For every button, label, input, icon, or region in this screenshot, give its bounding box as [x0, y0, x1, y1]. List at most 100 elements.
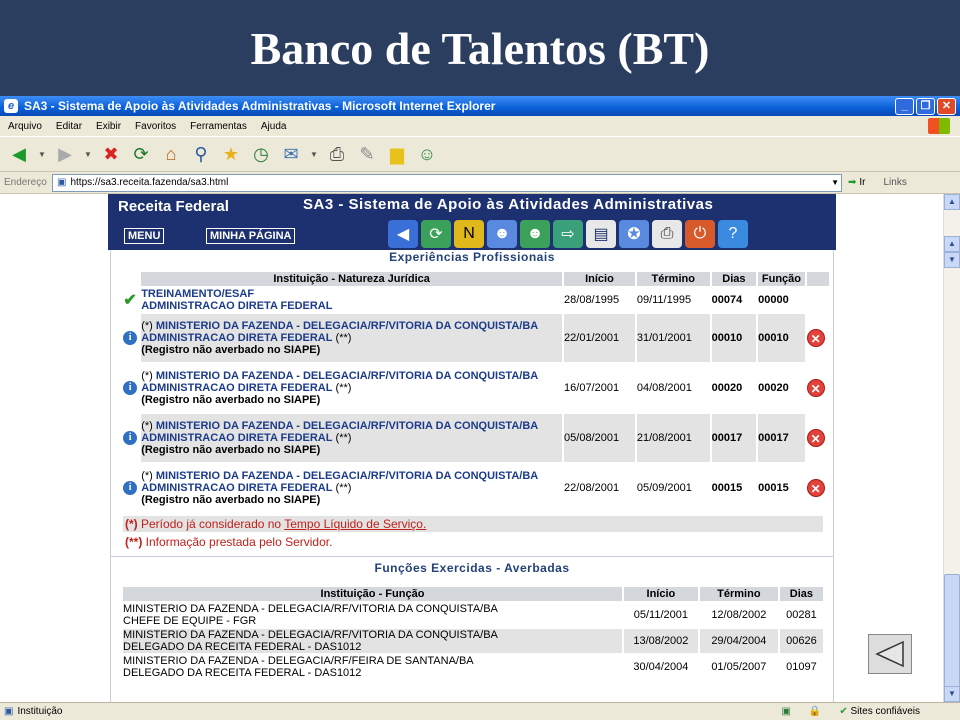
scroll-down-2-icon[interactable]: ▼ [944, 252, 960, 268]
delete-icon[interactable]: ✕ [806, 329, 825, 347]
mail-dropdown-icon[interactable]: ▼ [308, 141, 320, 167]
exp-note: (Registro não averbado no SIAPE) [141, 444, 321, 456]
func-table: Instituição - Função Início Término Dias… [121, 585, 825, 681]
print-icon[interactable]: ⎙ [324, 141, 350, 167]
func-role: DELEGADO DA RECEITA FEDERAL - DAS1012 [123, 667, 362, 679]
favorites-icon[interactable]: ★ [218, 141, 244, 167]
back-app-icon[interactable]: ◀ [388, 220, 418, 248]
app-toolbar: ◀ ⟳ N ☻ ☻ ⇨ ▤ ✪ ⎙ ⏻ ? [388, 220, 748, 248]
menu-ferramentas[interactable]: Ferramentas [190, 121, 247, 132]
exp-end: 31/01/2001 [636, 314, 710, 362]
menu-link[interactable]: MENU [124, 228, 165, 244]
delete-icon[interactable]: ✕ [806, 479, 825, 497]
messenger-icon[interactable]: ☺ [414, 141, 440, 167]
address-dropdown-icon[interactable]: ▼ [831, 178, 839, 187]
back-dropdown-icon[interactable]: ▼ [36, 141, 48, 167]
stop-icon[interactable]: ✖ [98, 141, 124, 167]
exp-nature: ADMINISTRACAO DIRETA FEDERAL [141, 382, 333, 394]
user-star-app-icon[interactable]: ✪ [619, 220, 649, 248]
print-app-icon[interactable]: ⎙ [652, 220, 682, 248]
menu-favoritos[interactable]: Favoritos [135, 121, 176, 132]
delete-icon[interactable]: ✕ [806, 429, 825, 447]
table-row: i (*) MINISTERIO DA FAZENDA - DELEGACIA/… [121, 414, 829, 462]
exp-func: 00010 [758, 314, 805, 362]
exp-nature-suffix: (**) [332, 332, 352, 344]
exp-end: 05/09/2001 [636, 464, 710, 512]
func-days: 00281 [779, 603, 823, 627]
ie-logo-icon: e [4, 99, 18, 113]
search-icon[interactable]: ⚲ [188, 141, 214, 167]
scroll-down-icon[interactable]: ▼ [944, 686, 960, 702]
mail-icon[interactable]: ✉ [278, 141, 304, 167]
close-button[interactable]: ✕ [937, 97, 956, 115]
exp-nature: ADMINISTRACAO DIRETA FEDERAL [141, 300, 333, 312]
menu-ajuda[interactable]: Ajuda [261, 121, 287, 132]
address-bar: Endereço ▣ https://sa3.receita.fazenda/s… [0, 172, 960, 194]
legend-period: (*) Período já considerado no Tempo Líqu… [123, 516, 823, 532]
exp-func: 00017 [758, 414, 805, 462]
history-icon[interactable]: ◷ [248, 141, 274, 167]
discuss-icon[interactable]: ▆ [384, 141, 410, 167]
scroll-up-icon[interactable]: ▲ [944, 194, 960, 210]
info-icon[interactable]: i [123, 431, 138, 445]
power-app-icon[interactable]: ⏻ [685, 220, 715, 248]
exp-end: 21/08/2001 [636, 414, 710, 462]
status-zone: Sites confiáveis [850, 706, 920, 717]
window-title: SA3 - Sistema de Apoio às Atividades Adm… [24, 99, 496, 113]
my-page-link[interactable]: MINHA PÁGINA [206, 228, 296, 244]
info-icon[interactable]: i [123, 331, 138, 345]
check-icon: ✔ [123, 292, 137, 309]
exp-note: (Registro não averbado no SIAPE) [141, 394, 321, 406]
address-input[interactable]: ▣ https://sa3.receita.fazenda/sa3.html ▼ [52, 173, 842, 192]
menu-exibir[interactable]: Exibir [96, 121, 121, 132]
exp-inst: MINISTERIO DA FAZENDA - DELEGACIA/RF/VIT… [155, 420, 539, 432]
minimize-button[interactable]: _ [895, 97, 914, 115]
func-days: 00626 [779, 629, 823, 653]
func-start: 13/08/2002 [623, 629, 698, 653]
help-app-icon[interactable]: ? [718, 220, 748, 248]
home-icon[interactable]: ⌂ [158, 141, 184, 167]
scroll-thumb[interactable] [944, 574, 960, 694]
table-row: i (*) MINISTERIO DA FAZENDA - DELEGACIA/… [121, 364, 829, 412]
links-label[interactable]: Links [884, 177, 907, 188]
exp-prefix: (*) [141, 420, 156, 432]
scroll-up-2-icon[interactable]: ▲ [944, 236, 960, 252]
maximize-button[interactable]: ❐ [916, 97, 935, 115]
exp-table: Instituição - Natureza Jurídica Início T… [119, 270, 831, 514]
info-icon[interactable]: i [123, 481, 138, 495]
forward-icon[interactable]: ▶ [52, 141, 78, 167]
func-inst: MINISTERIO DA FAZENDA - DELEGACIA/RF/VIT… [123, 603, 498, 615]
lock-icon: 🔒 [808, 706, 822, 717]
exp-header-func: Função [758, 272, 805, 286]
func-section-title: Funções Exercidas - Averbadas [374, 561, 570, 575]
exp-inst: MINISTERIO DA FAZENDA - DELEGACIA/RF/VIT… [155, 320, 539, 332]
edit-icon[interactable]: ✎ [354, 141, 380, 167]
table-row: ✔ TREINAMENTO/ESAF ADMINISTRACAO DIRETA … [121, 288, 829, 312]
users-app-icon[interactable]: ☻ [520, 220, 550, 248]
user-app-icon[interactable]: ☻ [487, 220, 517, 248]
id-card-app-icon[interactable]: ▤ [586, 220, 616, 248]
exp-note: (Registro não averbado no SIAPE) [141, 494, 321, 506]
go-button[interactable]: ➡ Ir [848, 177, 866, 188]
exp-end: 04/08/2001 [636, 364, 710, 412]
exp-days: 00017 [711, 414, 757, 462]
refresh-icon[interactable]: ⟳ [128, 141, 154, 167]
page-icon: ▣ [57, 177, 67, 188]
tempo-liquido-link[interactable]: Tempo Líquido de Serviço. [284, 517, 426, 531]
exp-nature: ADMINISTRACAO DIRETA FEDERAL [141, 332, 333, 344]
back-icon[interactable]: ◀ [6, 141, 32, 167]
refresh-app-icon[interactable]: ⟳ [421, 220, 451, 248]
func-header-start: Início [623, 587, 698, 601]
forward-dropdown-icon[interactable]: ▼ [82, 141, 94, 167]
menu-editar[interactable]: Editar [56, 121, 82, 132]
vertical-scrollbar[interactable]: ▲ ▲ ▼ ▼ [943, 194, 960, 702]
func-end: 12/08/2002 [699, 603, 778, 627]
sign-app-icon[interactable]: N [454, 220, 484, 248]
delete-icon[interactable]: ✕ [806, 379, 825, 397]
menu-arquivo[interactable]: Arquivo [8, 121, 42, 132]
export-app-icon[interactable]: ⇨ [553, 220, 583, 248]
slide-back-button[interactable] [868, 634, 912, 674]
info-icon[interactable]: i [123, 381, 138, 395]
exp-inst: TREINAMENTO/ESAF [141, 288, 255, 300]
exp-start: 28/08/1995 [564, 288, 635, 312]
